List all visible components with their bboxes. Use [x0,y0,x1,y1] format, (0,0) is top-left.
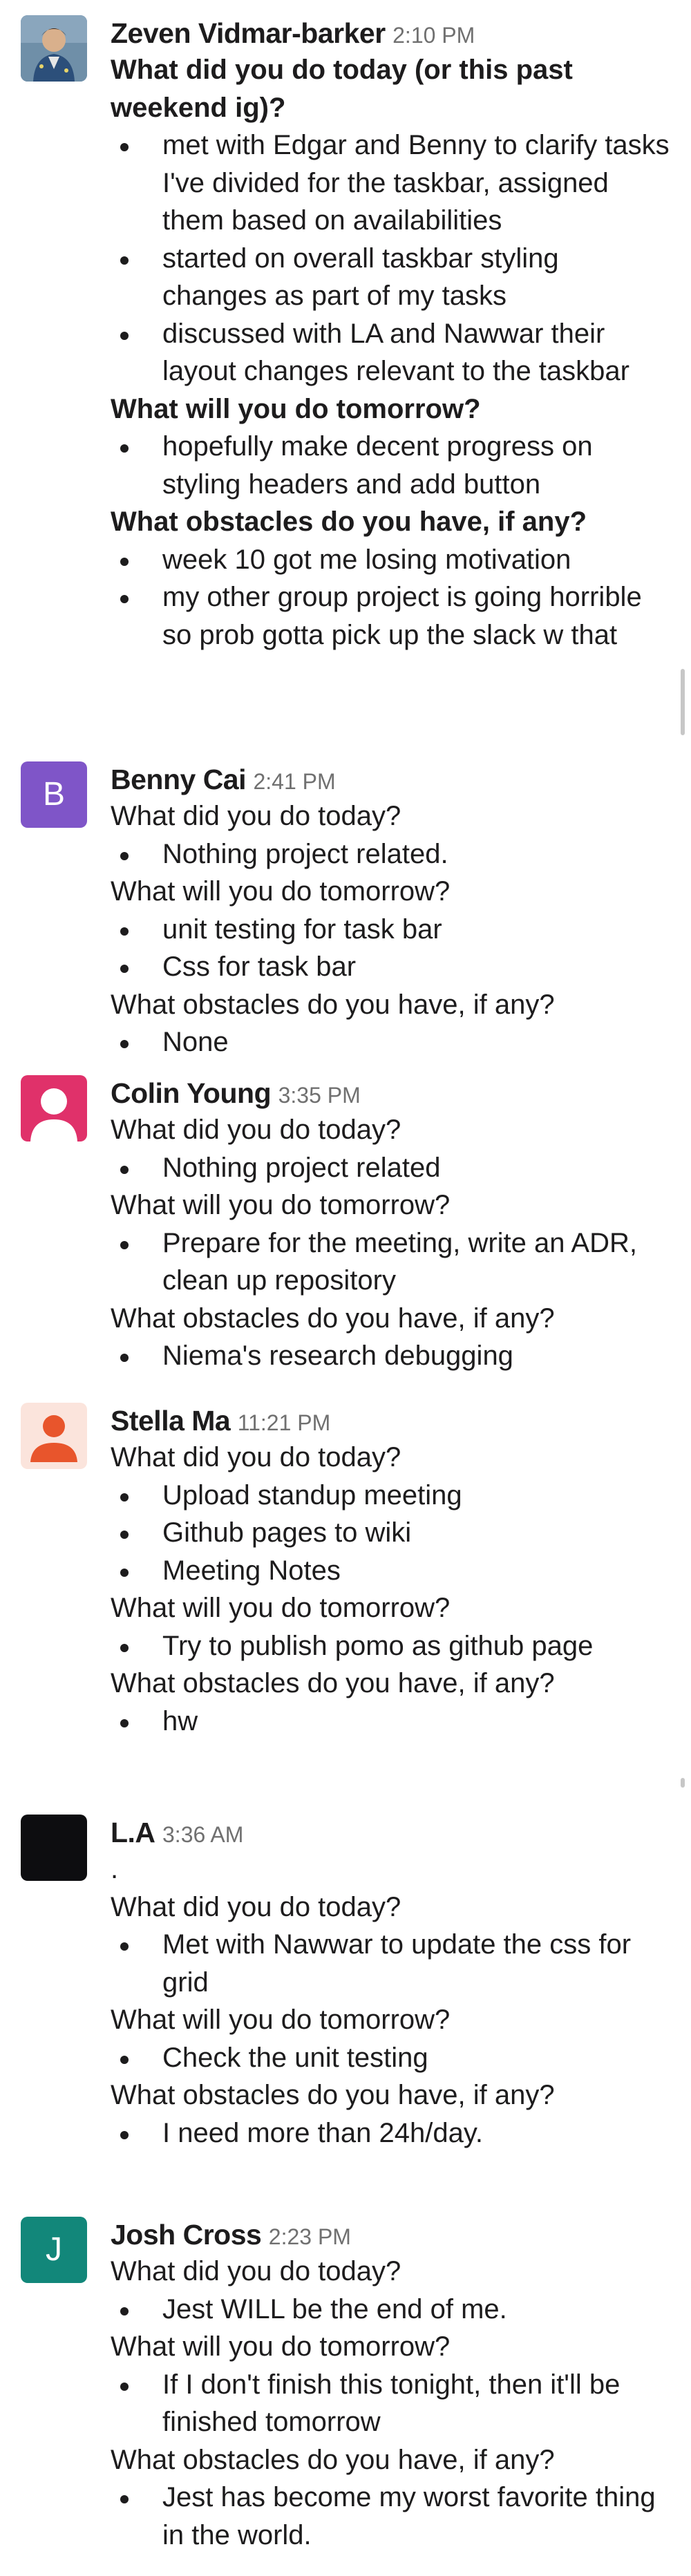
list-item: Prepare for the meeting, write an ADR, c… [111,1224,670,1300]
question-tomorrow: What will you do tomorrow? [111,2331,451,2362]
list-item: Jest WILL be the end of me. [111,2291,670,2329]
author-name[interactable]: Stella Ma [111,1405,231,1437]
question-today: What did you do today? [111,2256,401,2286]
answers-today: Jest WILL be the end of me. [111,2291,670,2329]
timestamp[interactable]: 2:41 PM [253,769,335,794]
answers-tomorrow: If I don't finish this tonight, then it'… [111,2366,670,2441]
list-item: Met with Nawwar to update the css for gr… [111,1926,670,2001]
list-item: Github pages to wiki [111,1514,670,1552]
question-tomorrow: What will you do tomorrow? [111,393,481,424]
author-name[interactable]: L.A [111,1817,155,1848]
author-name[interactable]: Benny Cai [111,764,247,795]
timestamp[interactable]: 2:10 PM [392,23,475,48]
question-obstacles: What obstacles do you have, if any? [111,2444,555,2475]
answers-today: Nothing project related. [111,835,670,873]
list-item: week 10 got me losing motivation [111,541,670,579]
answers-today: Upload standup meeting Github pages to w… [111,1477,670,1590]
author-name[interactable]: Josh Cross [111,2219,262,2251]
question-obstacles: What obstacles do you have, if any? [111,989,555,1020]
list-item: Try to publish pomo as github page [111,1627,670,1665]
timestamp[interactable]: 3:35 PM [278,1083,361,1108]
scrollbar-thumb[interactable] [681,669,685,735]
answers-obstacles: hw [111,1703,670,1741]
list-item: Nothing project related. [111,835,670,873]
answers-obstacles: week 10 got me losing motivation my othe… [111,541,670,654]
question-today: What did you do today? [111,1442,401,1472]
message-header: Colin Young 3:35 PM [111,1075,670,1111]
answers-tomorrow: hopefully make decent progress on stylin… [111,428,670,503]
question-tomorrow: What will you do tomorrow? [111,876,451,907]
timestamp[interactable]: 11:21 PM [238,1410,331,1435]
author-name[interactable]: Zeven Vidmar-barker [111,17,386,49]
answers-today: met with Edgar and Benny to clarify task… [111,126,670,390]
answers-obstacles: Jest has become my worst favorite thing … [111,2479,670,2554]
list-item: hw [111,1703,670,1741]
avatar-stella[interactable] [21,1403,87,1469]
list-item: Css for task bar [111,948,670,986]
question-tomorrow: What will you do tomorrow? [111,1190,451,1220]
answers-today: Met with Nawwar to update the css for gr… [111,1926,670,2001]
person-icon [30,1415,77,1462]
answers-tomorrow: Check the unit testing [111,2039,670,2077]
question-tomorrow: What will you do tomorrow? [111,1593,451,1623]
question-today: What did you do today (or this past week… [111,55,573,123]
list-item: discussed with LA and Nawwar their layou… [111,315,670,390]
question-tomorrow: What will you do tomorrow? [111,2005,451,2035]
question-today: What did you do today? [111,1891,401,1922]
list-item: Check the unit testing [111,2039,670,2077]
profile-photo-icon [21,15,87,82]
question-today: What did you do today? [111,1115,401,1145]
list-item: my other group project is going horrible… [111,578,670,654]
list-item: started on overall taskbar styling chang… [111,240,670,315]
scrollbar-thumb-small[interactable] [681,1778,685,1788]
answers-tomorrow: Try to publish pomo as github page [111,1627,670,1665]
avatar-la[interactable] [21,1815,87,1881]
avatar-letter: B [42,776,65,813]
message-header: L.A 3:36 AM [111,1815,670,1850]
avatar-zeven[interactable] [21,15,87,82]
list-item: None [111,1023,670,1061]
answers-tomorrow: unit testing for task bar Css for task b… [111,911,670,986]
message-header: Stella Ma 11:21 PM [111,1403,670,1439]
list-item: hopefully make decent progress on stylin… [111,428,670,503]
list-item: unit testing for task bar [111,911,670,949]
question-today: What did you do today? [111,801,401,831]
list-item: Nothing project related [111,1149,670,1187]
timestamp[interactable]: 3:36 AM [162,1822,243,1847]
list-item: Upload standup meeting [111,1477,670,1515]
list-item: Niema's research debugging [111,1337,670,1375]
avatar-colin[interactable] [21,1075,87,1142]
answers-obstacles: I need more than 24h/day. [111,2114,670,2152]
message-text-dot: . [111,1854,119,1884]
message-header: Benny Cai 2:41 PM [111,761,670,797]
list-item: I need more than 24h/day. [111,2114,670,2152]
avatar-letter: J [46,2231,62,2268]
message-header: Zeven Vidmar-barker 2:10 PM [111,15,670,51]
question-obstacles: What obstacles do you have, if any? [111,1303,555,1334]
author-name[interactable]: Colin Young [111,1077,272,1109]
answers-obstacles: None [111,1023,670,1061]
list-item: If I don't finish this tonight, then it'… [111,2366,670,2441]
question-obstacles: What obstacles do you have, if any? [111,506,587,537]
answers-tomorrow: Prepare for the meeting, write an ADR, c… [111,1224,670,1300]
question-obstacles: What obstacles do you have, if any? [111,2080,555,2110]
avatar-josh[interactable]: J [21,2217,87,2283]
avatar-benny[interactable]: B [21,761,87,828]
answers-obstacles: Niema's research debugging [111,1337,670,1375]
question-obstacles: What obstacles do you have, if any? [111,1668,555,1698]
timestamp[interactable]: 2:23 PM [269,2224,351,2249]
message-header: Josh Cross 2:23 PM [111,2217,670,2253]
list-item: Meeting Notes [111,1552,670,1590]
list-item: Jest has become my worst favorite thing … [111,2479,670,2554]
person-icon [30,1088,77,1142]
list-item: met with Edgar and Benny to clarify task… [111,126,670,240]
answers-today: Nothing project related [111,1149,670,1187]
